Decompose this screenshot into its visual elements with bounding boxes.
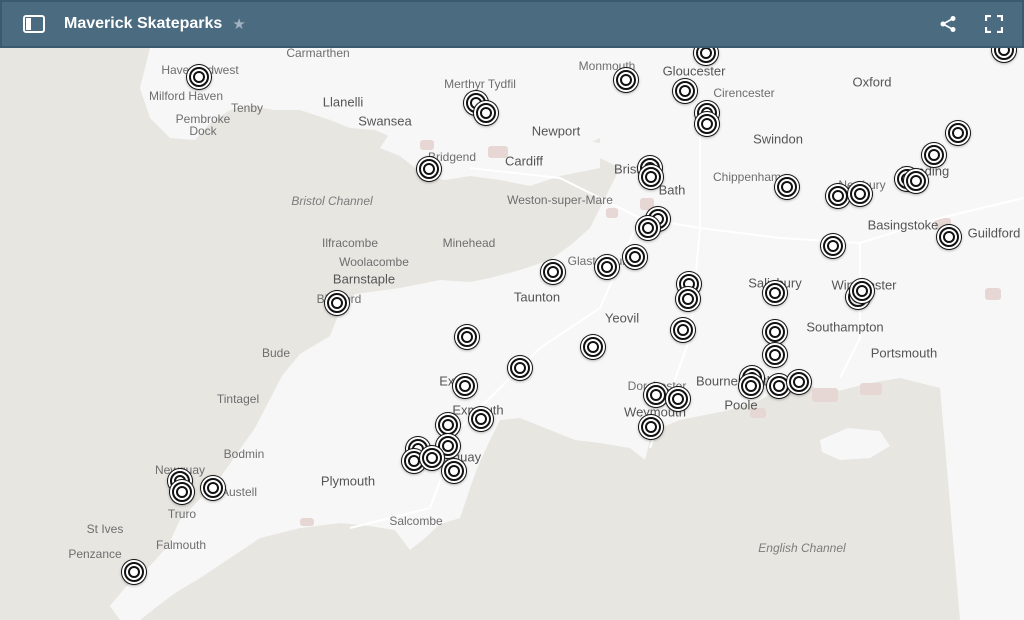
place-label: Oxford	[852, 74, 892, 90]
skatepark-marker-icon[interactable]	[644, 383, 668, 407]
fullscreen-button[interactable]	[976, 6, 1012, 42]
skatepark-marker-icon[interactable]	[676, 287, 700, 311]
map-title: Maverick Skateparks	[64, 15, 223, 32]
skatepark-marker-icon[interactable]	[639, 415, 663, 439]
skatepark-marker-icon[interactable]	[541, 260, 565, 284]
skatepark-marker-icon[interactable]	[848, 182, 872, 206]
share-button[interactable]	[930, 6, 966, 42]
share-icon	[940, 16, 956, 32]
skatepark-marker-icon[interactable]	[508, 356, 532, 380]
place-label: Taunton	[513, 289, 561, 305]
skatepark-marker-icon[interactable]	[695, 112, 719, 136]
place-label: Swansea	[358, 113, 412, 129]
skatepark-marker-icon[interactable]	[417, 157, 441, 181]
place-label: Cardiff	[504, 153, 544, 169]
skatepark-marker-icon[interactable]	[595, 255, 619, 279]
place-label: Bodmin	[223, 447, 265, 461]
skatepark-marker-icon[interactable]	[821, 234, 845, 258]
place-label: Truro	[167, 507, 197, 521]
fullscreen-icon	[985, 15, 1003, 33]
skatepark-marker-icon[interactable]	[636, 216, 660, 240]
place-label: Llanelli	[322, 94, 364, 110]
star-icon[interactable]: ★	[232, 15, 245, 33]
skatepark-marker-icon[interactable]	[946, 121, 970, 145]
place-label: Penzance	[68, 547, 122, 561]
skatepark-marker-icon[interactable]	[455, 325, 479, 349]
skatepark-marker-icon[interactable]	[904, 169, 928, 193]
place-label: Milford Haven	[148, 89, 224, 103]
skatepark-marker-icon[interactable]	[850, 279, 874, 303]
place-label: Yeovil	[604, 310, 640, 326]
place-label: Merthyr Tydfil	[444, 77, 516, 91]
skatepark-marker-icon[interactable]	[614, 68, 638, 92]
place-label: Basingstoke	[867, 217, 939, 233]
place-label: Portsmouth	[870, 345, 938, 361]
place-label: English Channel	[758, 541, 846, 555]
skatepark-marker-icon[interactable]	[937, 225, 961, 249]
place-label: Bath	[658, 182, 686, 198]
place-label: Newport	[531, 123, 581, 139]
place-label: Falmouth	[155, 538, 207, 552]
skatepark-marker-icon[interactable]	[666, 387, 690, 411]
skatepark-marker-icon[interactable]	[922, 143, 946, 167]
place-label: Swindon	[753, 131, 803, 147]
place-label: Barnstaple	[332, 271, 396, 287]
toggle-panel-button[interactable]	[14, 4, 54, 44]
skatepark-marker-icon[interactable]	[469, 407, 493, 431]
place-label: Bristol Channel	[291, 194, 373, 208]
place-label: Tenby	[230, 101, 264, 115]
skatepark-marker-icon[interactable]	[763, 281, 787, 305]
place-label: Poole	[724, 397, 758, 413]
place-label: Plymouth	[320, 473, 376, 489]
place-label: Guildford	[967, 225, 1021, 241]
place-label: Bude	[261, 346, 291, 360]
place-label: Weston-super-Mare	[507, 193, 613, 207]
place-label: Ilfracombe	[321, 236, 379, 250]
skatepark-marker-icon[interactable]	[671, 318, 695, 342]
skatepark-marker-icon[interactable]	[474, 101, 498, 125]
skatepark-marker-icon[interactable]	[442, 459, 466, 483]
skatepark-marker-icon[interactable]	[787, 370, 811, 394]
skatepark-marker-icon[interactable]	[623, 245, 647, 269]
place-label: Woolacombe	[339, 255, 409, 269]
place-label: Dock	[189, 124, 217, 138]
skatepark-marker-icon[interactable]	[581, 335, 605, 359]
map-header: Maverick Skateparks ★	[0, 0, 1024, 48]
skatepark-marker-icon[interactable]	[420, 446, 444, 470]
skatepark-marker-icon[interactable]	[639, 165, 663, 189]
skatepark-marker-icon[interactable]	[201, 476, 225, 500]
place-label: St Ives	[86, 522, 124, 536]
place-label: Cirencester	[713, 86, 775, 100]
skatepark-marker-icon[interactable]	[739, 374, 763, 398]
place-label: Chippenham	[712, 170, 782, 184]
side-panel-icon	[23, 15, 45, 33]
skatepark-marker-icon[interactable]	[325, 291, 349, 315]
place-label: Southampton	[806, 319, 884, 335]
skatepark-marker-icon[interactable]	[170, 480, 194, 504]
place-label: Minehead	[442, 236, 496, 250]
skatepark-marker-icon[interactable]	[826, 184, 850, 208]
skatepark-marker-icon[interactable]	[763, 343, 787, 367]
place-label: Tintagel	[216, 392, 260, 406]
map-canvas[interactable]: CarmarthenHaverfordwestMilford HavenTenb…	[0, 48, 1024, 620]
skatepark-marker-icon[interactable]	[763, 320, 787, 344]
skatepark-marker-icon[interactable]	[187, 65, 211, 89]
place-label: Salcombe	[389, 514, 443, 528]
skatepark-marker-icon[interactable]	[673, 79, 697, 103]
place-label: Gloucester	[662, 63, 726, 79]
place-label: Carmarthen	[286, 48, 350, 60]
skatepark-marker-icon[interactable]	[453, 374, 477, 398]
skatepark-marker-icon[interactable]	[775, 175, 799, 199]
skatepark-marker-icon[interactable]	[122, 560, 146, 584]
